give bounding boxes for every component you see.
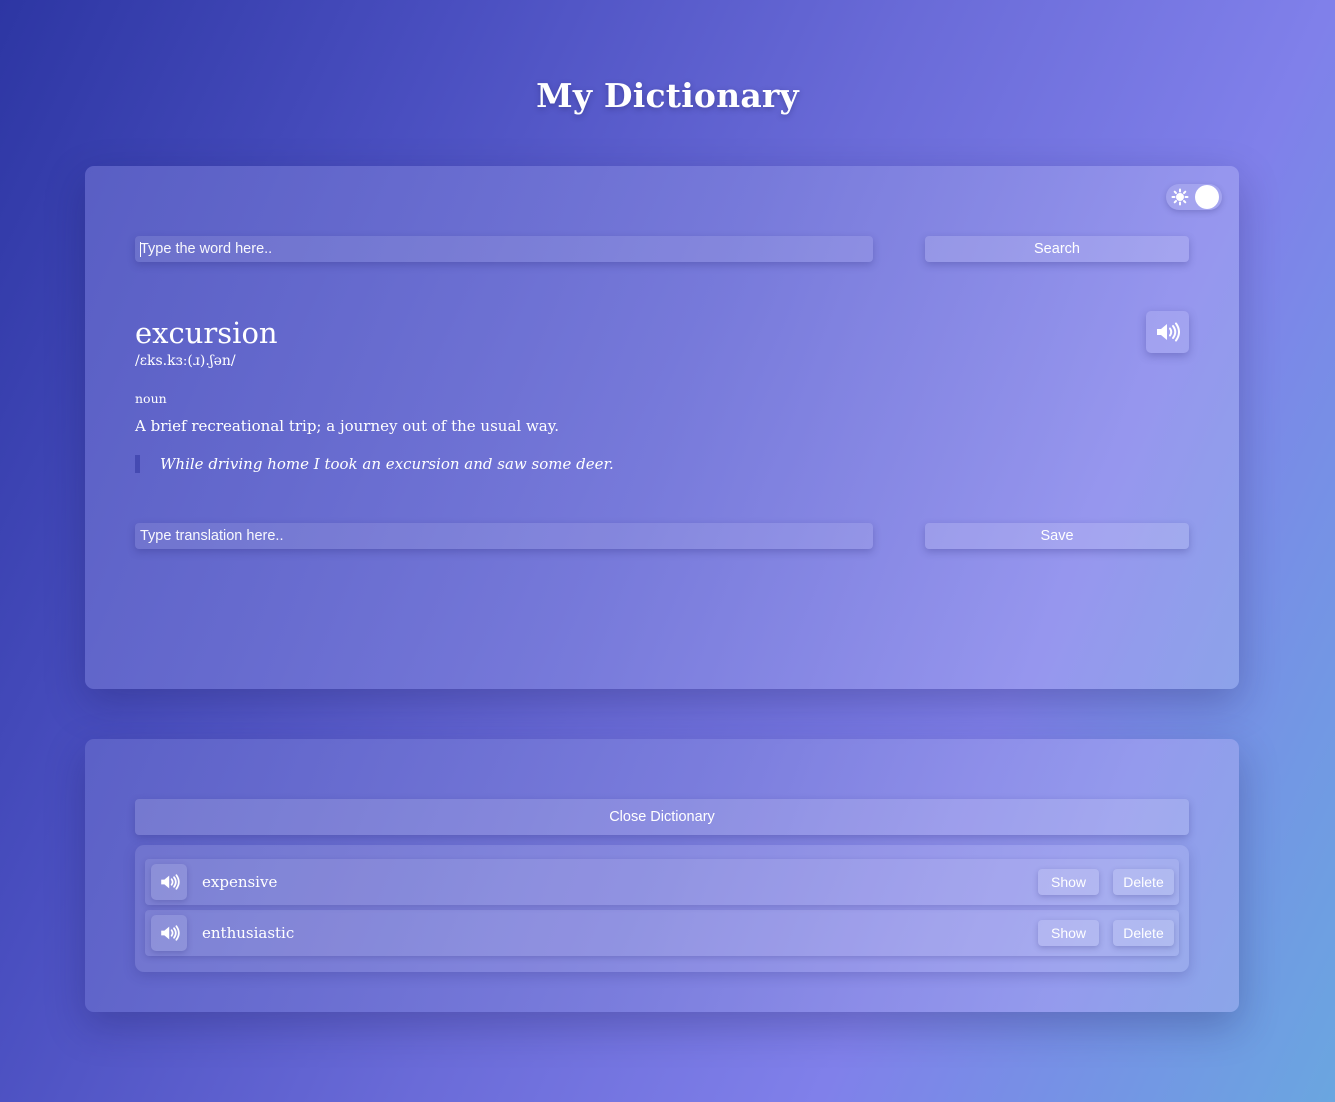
speaker-icon — [161, 874, 180, 890]
delete-button[interactable]: Delete — [1113, 869, 1174, 895]
example-quote-bar — [135, 455, 140, 473]
speaker-icon — [1157, 322, 1180, 342]
play-word-button[interactable] — [151, 864, 187, 900]
entry-example: While driving home I took an excursion a… — [160, 455, 614, 473]
search-button[interactable]: Search — [925, 236, 1189, 262]
show-button[interactable]: Show — [1038, 920, 1099, 946]
text-caret — [140, 242, 141, 257]
page-title: My Dictionary — [536, 76, 799, 115]
save-button[interactable]: Save — [925, 523, 1189, 549]
entry-word: excursion — [135, 316, 278, 350]
dictionary-search-card: Search excursion /ɛks.kɜː(ɹ).ʃən/ noun A… — [85, 166, 1239, 689]
saved-words-card: Close Dictionary expensive Show Delete e… — [85, 739, 1239, 1012]
theme-toggle[interactable] — [1166, 184, 1222, 210]
play-word-button[interactable] — [151, 915, 187, 951]
saved-word: expensive — [202, 873, 278, 891]
speaker-icon — [161, 925, 180, 941]
delete-button[interactable]: Delete — [1113, 920, 1174, 946]
entry-definition: A brief recreational trip; a journey out… — [135, 417, 559, 435]
entry-part-of-speech: noun — [135, 391, 167, 406]
translation-input[interactable] — [135, 523, 873, 549]
toggle-knob — [1195, 185, 1219, 209]
entry-phonetic: /ɛks.kɜː(ɹ).ʃən/ — [135, 353, 236, 369]
close-dictionary-button[interactable]: Close Dictionary — [135, 799, 1189, 835]
show-button[interactable]: Show — [1038, 869, 1099, 895]
search-input[interactable] — [135, 236, 873, 262]
sun-icon — [1171, 188, 1189, 206]
saved-word: enthusiastic — [202, 924, 295, 942]
list-item: expensive Show Delete — [145, 859, 1179, 905]
saved-words-list: expensive Show Delete enthusiastic Show … — [135, 845, 1189, 972]
list-item: enthusiastic Show Delete — [145, 910, 1179, 956]
play-pronunciation-button[interactable] — [1146, 311, 1189, 353]
